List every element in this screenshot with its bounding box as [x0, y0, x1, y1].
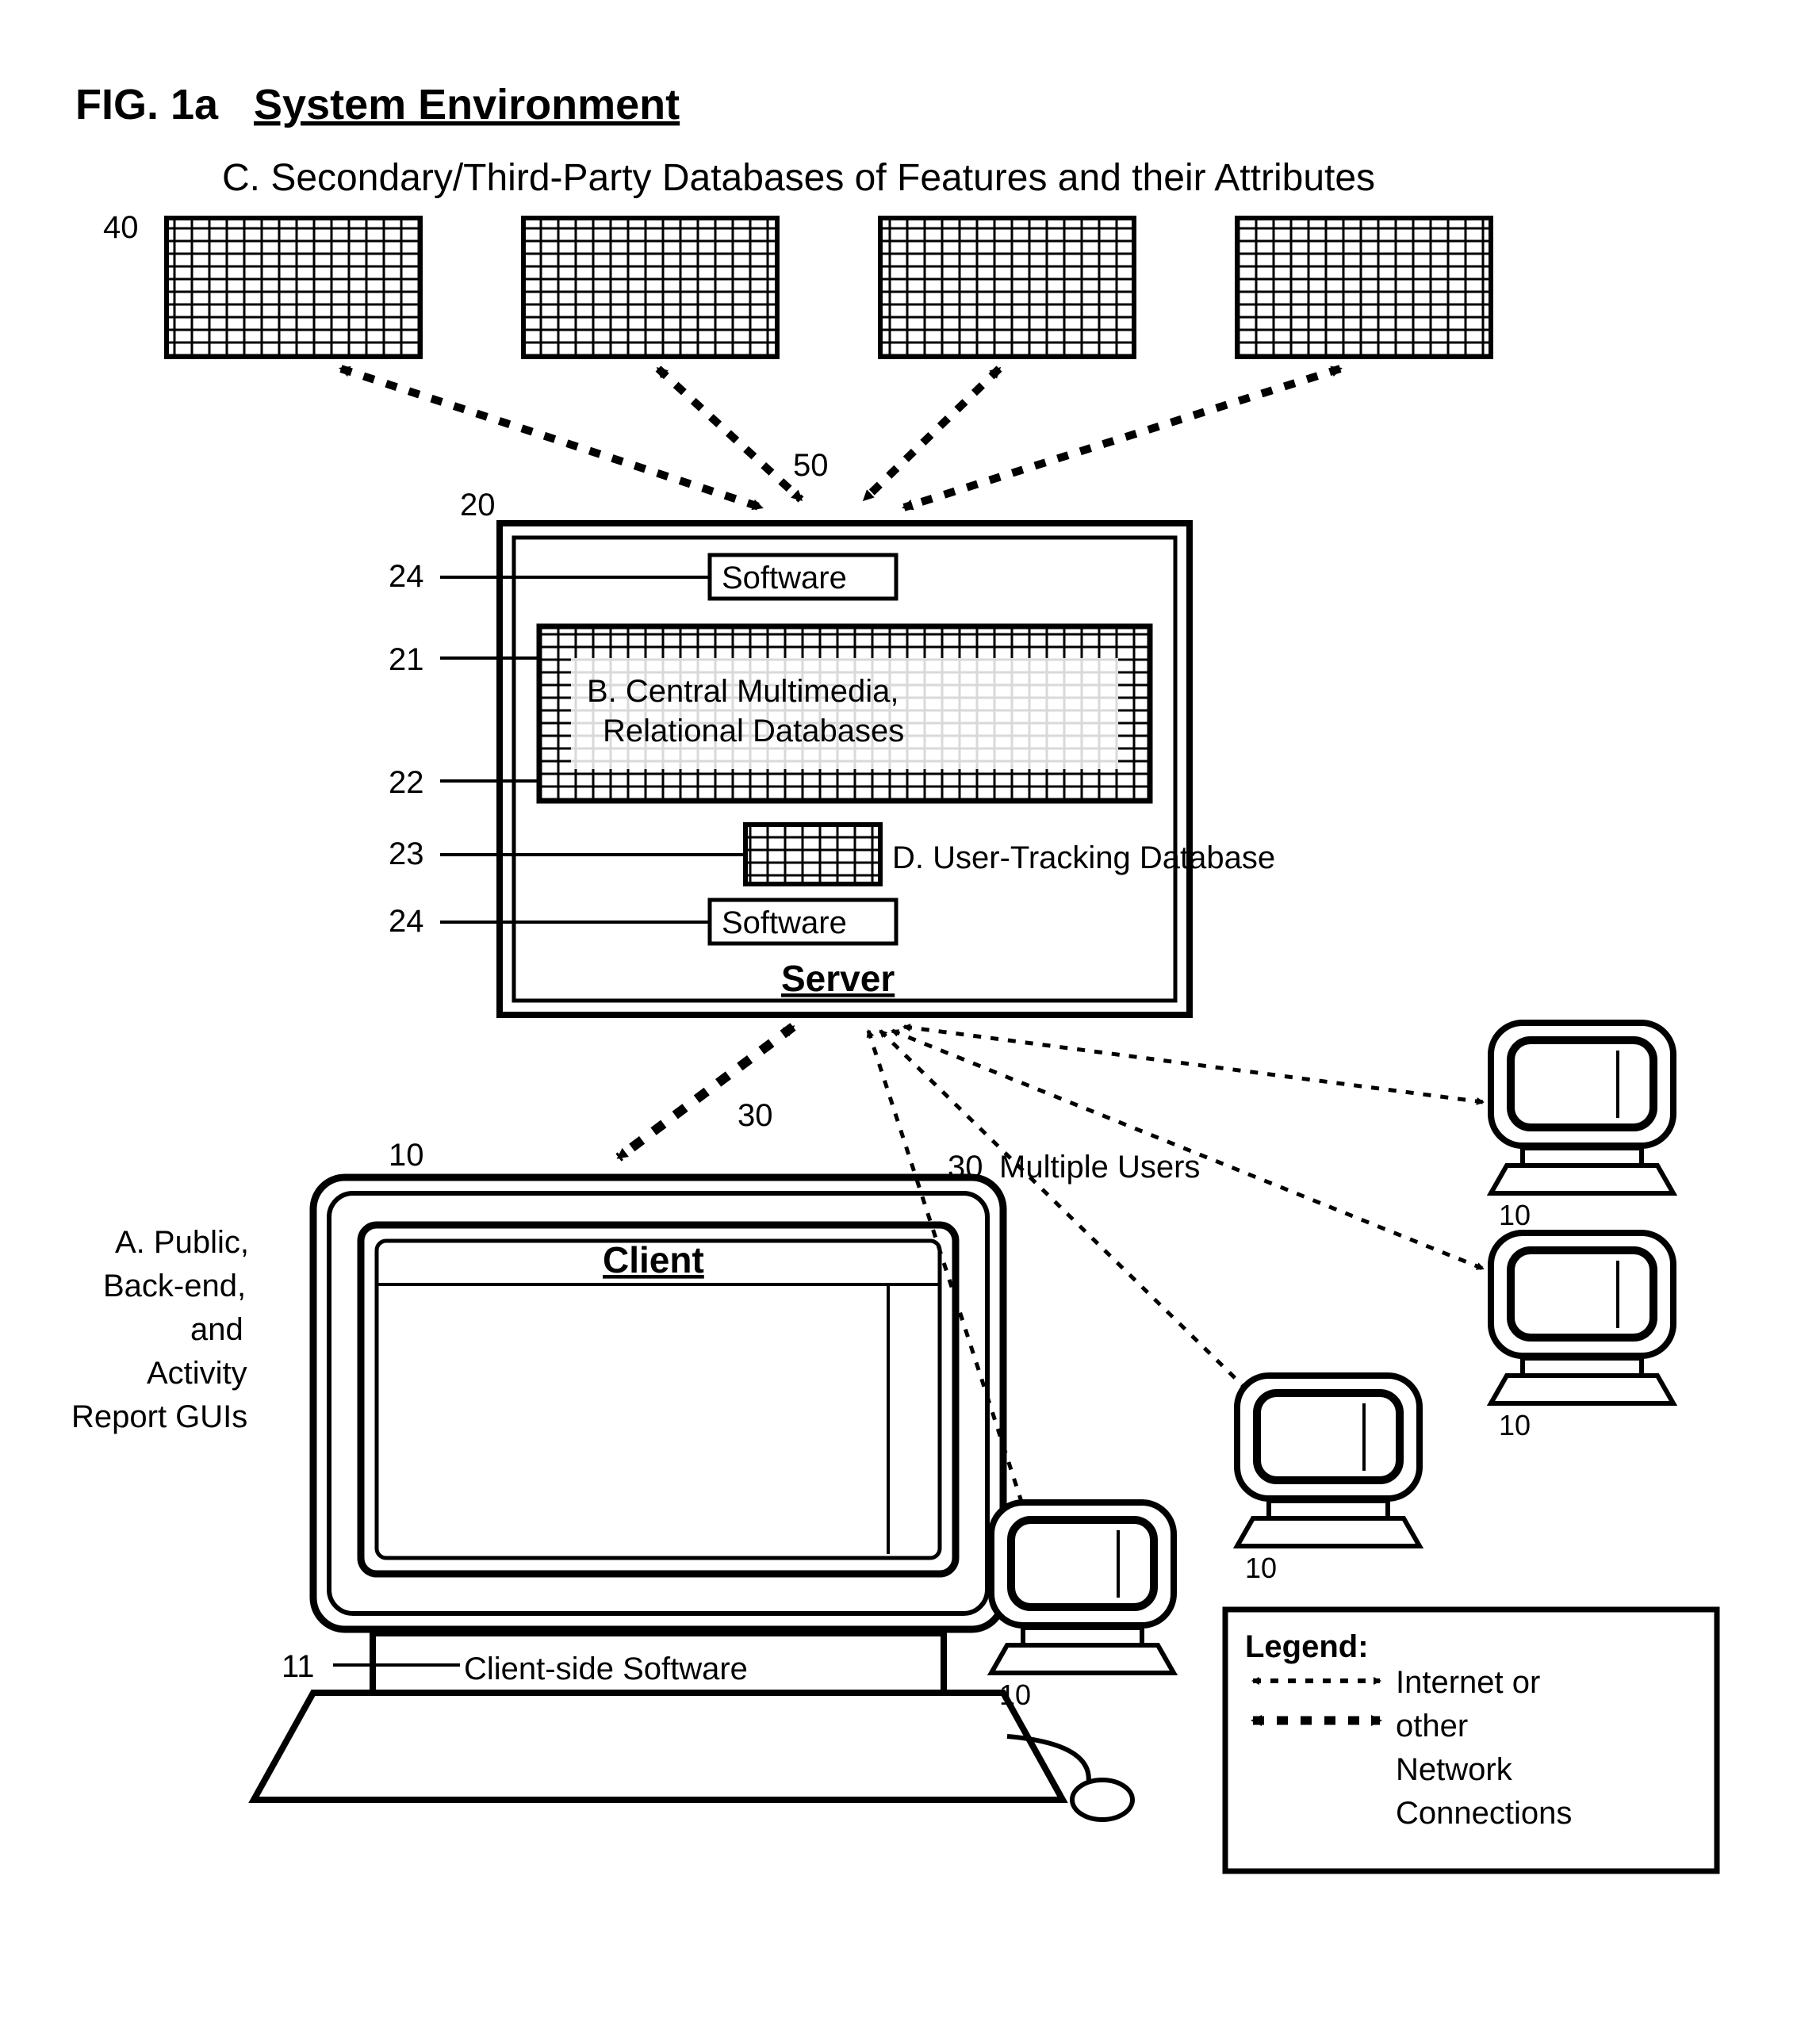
- conn-mu-4: [904, 1027, 1483, 1102]
- thirdparty-db-3: [880, 218, 1134, 357]
- ref-10-4: 10: [999, 1678, 1031, 1711]
- conn-50-2: [658, 369, 801, 500]
- legend-title: Legend:: [1245, 1629, 1369, 1664]
- small-computer-3: [1237, 1376, 1420, 1546]
- software-label-bottom: Software: [722, 905, 847, 940]
- server-title: Server: [781, 958, 895, 999]
- ref-23: 23: [389, 836, 424, 871]
- legend-text-3: Network: [1396, 1752, 1513, 1787]
- tracking-db: [745, 825, 880, 884]
- legend-text-4: Connections: [1396, 1796, 1572, 1831]
- section-d-label: D. User-Tracking Database: [892, 840, 1275, 875]
- small-computer-1: [1491, 1023, 1673, 1193]
- section-a-l4: Activity: [147, 1356, 247, 1391]
- conn-50-4: [904, 369, 1340, 507]
- figure-id: FIG. 1a: [75, 81, 219, 128]
- ref-50: 50: [793, 448, 829, 483]
- ref-40: 40: [103, 210, 139, 245]
- section-b-label-2: Relational Databases: [603, 714, 904, 748]
- client-title: Client: [603, 1239, 704, 1280]
- ref-22: 22: [389, 765, 424, 800]
- ref-10-2: 10: [1499, 1409, 1531, 1441]
- conn-50-3: [864, 369, 999, 500]
- section-a-l5: Report GUIs: [71, 1399, 247, 1434]
- system-environment-diagram: FIG. 1a System Environment C. Secondary/…: [0, 0, 1820, 2021]
- ref-11: 11: [282, 1649, 315, 1684]
- software-label-top: Software: [722, 561, 847, 595]
- multiple-users-label: Multiple Users: [999, 1150, 1200, 1185]
- thirdparty-db-1: [167, 218, 420, 357]
- ref-10-3: 10: [1245, 1552, 1277, 1584]
- ref-24-top: 24: [389, 559, 424, 594]
- legend-text-1: Internet or: [1396, 1665, 1540, 1700]
- thirdparty-db-2: [523, 218, 777, 357]
- section-a-l1: A. Public,: [115, 1225, 249, 1260]
- thirdparty-db-4: [1237, 218, 1491, 357]
- legend-text-2: other: [1396, 1709, 1468, 1743]
- conn-50-1: [341, 369, 761, 507]
- ref-10-main: 10: [389, 1138, 424, 1173]
- section-c-label: C. Secondary/Third-Party Databases of Fe…: [222, 157, 1375, 199]
- client-software-label: Client-side Software: [464, 1652, 748, 1686]
- ref-24-bottom: 24: [389, 904, 424, 939]
- section-b-label-1: B. Central Multimedia,: [587, 674, 899, 709]
- ref-30-mu: 30: [948, 1150, 983, 1185]
- section-a-l3: and: [190, 1312, 243, 1347]
- ref-30-main: 30: [738, 1098, 773, 1133]
- small-computer-2: [1491, 1233, 1673, 1403]
- ref-21: 21: [389, 642, 424, 677]
- conn-30-main: [619, 1027, 793, 1158]
- ref-20: 20: [460, 488, 496, 522]
- small-computer-4: [991, 1502, 1174, 1673]
- figure-title: System Environment: [254, 81, 680, 128]
- section-a-l2: Back-end,: [103, 1269, 246, 1303]
- ref-10-1: 10: [1499, 1199, 1531, 1231]
